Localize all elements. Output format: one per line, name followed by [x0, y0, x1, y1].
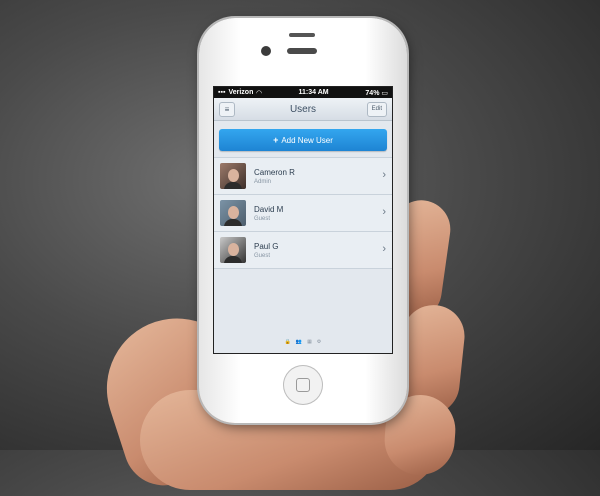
- user-role: Guest: [254, 215, 271, 222]
- add-user-label: Add New User: [281, 135, 333, 145]
- signal-icon: ▪▪▪: [218, 89, 226, 96]
- screen: ▪▪▪ Verizon ◠ 11:34 AM 74% ▭ ≡ Users Edi…: [213, 86, 393, 354]
- home-square-icon: [296, 378, 310, 392]
- page-title: Users: [289, 103, 317, 115]
- lock-icon[interactable]: 🔒: [285, 339, 291, 345]
- gear-icon[interactable]: ⚙: [317, 339, 321, 345]
- battery-percent: 74%: [365, 89, 380, 97]
- avatar: [220, 237, 246, 263]
- chevron-right-icon: ›: [382, 169, 386, 181]
- avatar: [220, 200, 246, 226]
- battery: 74% ▭: [365, 89, 388, 97]
- bottom-tab-bar: 🔒 👥 ▦ ⚙: [214, 339, 392, 345]
- nav-bar: ≡ Users Edit: [214, 98, 392, 121]
- menu-icon: ≡: [224, 105, 230, 114]
- user-name: Cameron R: [254, 167, 295, 177]
- user-list: Cameron R Admin › David M Guest › Paul G…: [214, 157, 392, 269]
- chevron-right-icon: ›: [382, 243, 386, 255]
- speaker: [289, 33, 315, 37]
- earpiece: [287, 48, 317, 54]
- user-row-cameron[interactable]: Cameron R Admin ›: [214, 158, 392, 195]
- user-row-paul[interactable]: Paul G Guest ›: [214, 232, 392, 269]
- grid-icon[interactable]: ▦: [307, 339, 312, 345]
- user-role: Admin: [254, 178, 272, 185]
- add-user-button[interactable]: + Add New User: [219, 129, 387, 151]
- avatar: [220, 163, 246, 189]
- plus-icon: +: [273, 135, 279, 145]
- user-name: Paul G: [254, 241, 279, 251]
- battery-icon: ▭: [381, 89, 388, 97]
- menu-button[interactable]: ≡: [219, 102, 235, 117]
- users-icon[interactable]: 👥: [296, 339, 302, 345]
- front-camera: [261, 46, 271, 56]
- wifi-icon: ◠: [256, 89, 262, 97]
- status-time: 11:34 AM: [298, 89, 329, 96]
- phone: ▪▪▪ Verizon ◠ 11:34 AM 74% ▭ ≡ Users Edi…: [199, 18, 407, 423]
- home-button[interactable]: [283, 365, 323, 405]
- chevron-right-icon: ›: [382, 206, 386, 218]
- carrier: Verizon: [228, 89, 254, 96]
- user-row-david[interactable]: David M Guest ›: [214, 195, 392, 232]
- edit-button[interactable]: Edit: [366, 102, 387, 117]
- user-role: Guest: [254, 252, 271, 259]
- user-name: David M: [254, 204, 284, 214]
- status-bar: ▪▪▪ Verizon ◠ 11:34 AM 74% ▭: [214, 87, 392, 98]
